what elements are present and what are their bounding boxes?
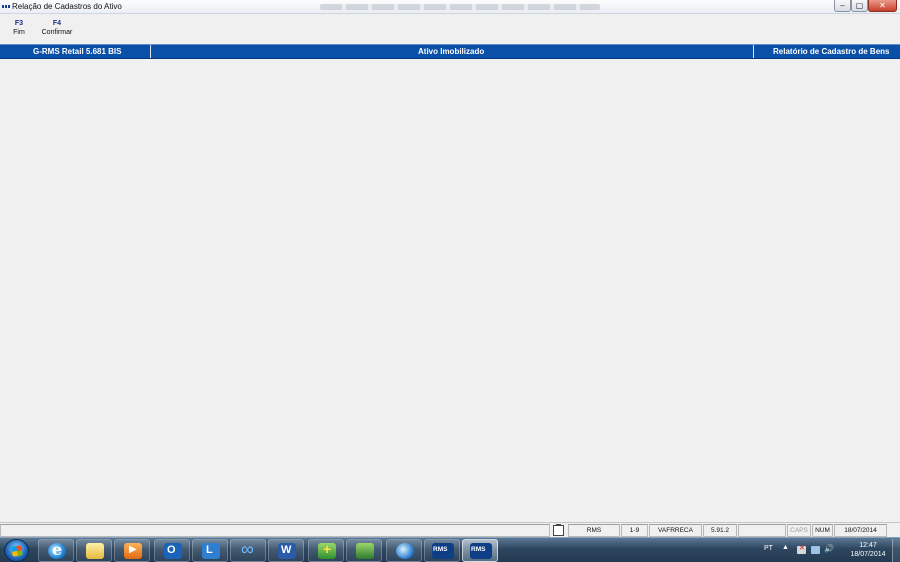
window-title: Relação de Cadastros do Ativo — [12, 2, 122, 11]
title-bar[interactable]: Relação de Cadastros do Ativo – ▢ ✕ — [0, 0, 900, 14]
media-player-icon — [124, 543, 142, 559]
taskbar-globe[interactable] — [386, 539, 422, 562]
fkey-code: F3 — [14, 20, 24, 27]
language-indicator[interactable]: PT — [764, 545, 773, 552]
taskbar-media[interactable] — [114, 539, 150, 562]
taskbar-explorer[interactable] — [76, 539, 112, 562]
rms-icon — [432, 543, 454, 559]
status-bar: RMS 1-9 VAFRRECA 5.91.2 CAPS NUM 18/07/2… — [0, 522, 900, 537]
app-window: Relação de Cadastros do Ativo – ▢ ✕ F3 F… — [0, 0, 900, 537]
minimize-button[interactable]: – — [834, 0, 851, 12]
maximize-button[interactable]: ▢ — [851, 0, 868, 12]
database-icon — [356, 543, 374, 559]
status-range: 1-9 — [621, 524, 648, 537]
sync-icon — [240, 539, 258, 560]
status-user: VAFRRECA — [649, 524, 702, 537]
app-icon[interactable] — [2, 3, 11, 10]
clock-date: 18/07/2014 — [850, 551, 886, 558]
taskbar-lync[interactable] — [192, 539, 228, 562]
function-key-bar: F3 Fim F4 Confirmar — [0, 14, 900, 44]
globe-icon — [396, 543, 414, 559]
fkey-label: Fim — [13, 29, 25, 36]
taskbar-ie[interactable] — [38, 539, 74, 562]
module-title: Ativo Imobilizado — [418, 47, 485, 56]
taskbar-db-add[interactable] — [308, 539, 344, 562]
divider — [150, 45, 151, 58]
windows-taskbar: PT ▲ 🔊 12:47 18/07/2014 — [0, 537, 900, 562]
taskbar-outlook[interactable] — [154, 539, 190, 562]
database-add-icon — [318, 541, 336, 559]
internet-explorer-icon — [48, 540, 66, 559]
main-content-area — [0, 59, 900, 522]
status-date: 18/07/2014 — [834, 524, 887, 537]
caps-indicator: CAPS — [787, 524, 811, 537]
show-hidden-icons-icon[interactable]: ▲ — [782, 544, 789, 551]
clipboard-icon[interactable] — [553, 524, 564, 536]
action-center-flag-icon[interactable] — [797, 544, 806, 554]
num-indicator: NUM — [812, 524, 833, 537]
fkey-code: F4 — [52, 20, 62, 27]
status-version: 5.91.2 — [703, 524, 737, 537]
taskbar-word[interactable] — [268, 539, 304, 562]
network-icon[interactable] — [811, 546, 820, 554]
status-empty — [738, 524, 786, 537]
outlook-icon — [164, 543, 182, 559]
word-icon — [278, 543, 296, 559]
taskbar-db[interactable] — [346, 539, 382, 562]
file-explorer-icon — [86, 543, 104, 559]
status-message — [0, 524, 550, 537]
lync-icon — [202, 543, 220, 559]
header-bar: G-RMS Retail 5.681 BIS Ativo Imobilizado… — [0, 44, 900, 59]
show-desktop-button[interactable] — [892, 539, 900, 562]
clock-time: 12:47 — [859, 542, 877, 549]
taskbar-sync[interactable] — [230, 539, 266, 562]
taskbar-rms-2[interactable] — [462, 539, 498, 562]
f4-confirmar-button[interactable]: F4 Confirmar — [38, 19, 76, 38]
blurred-title-area — [320, 4, 600, 10]
volume-icon[interactable]: 🔊 — [824, 544, 834, 553]
fkey-label: Confirmar — [41, 29, 73, 36]
divider — [753, 45, 754, 58]
rms-icon — [470, 543, 492, 559]
taskbar-rms-1[interactable] — [424, 539, 460, 562]
start-button[interactable] — [4, 539, 29, 562]
close-button[interactable]: ✕ — [868, 0, 897, 12]
f3-fim-button[interactable]: F3 Fim — [6, 19, 32, 38]
system-clock[interactable]: 12:47 18/07/2014 — [846, 541, 890, 559]
report-title: Relatório de Cadastro de Bens — [773, 47, 890, 56]
system-version: G-RMS Retail 5.681 BIS — [33, 47, 122, 56]
status-system: RMS — [568, 524, 620, 537]
